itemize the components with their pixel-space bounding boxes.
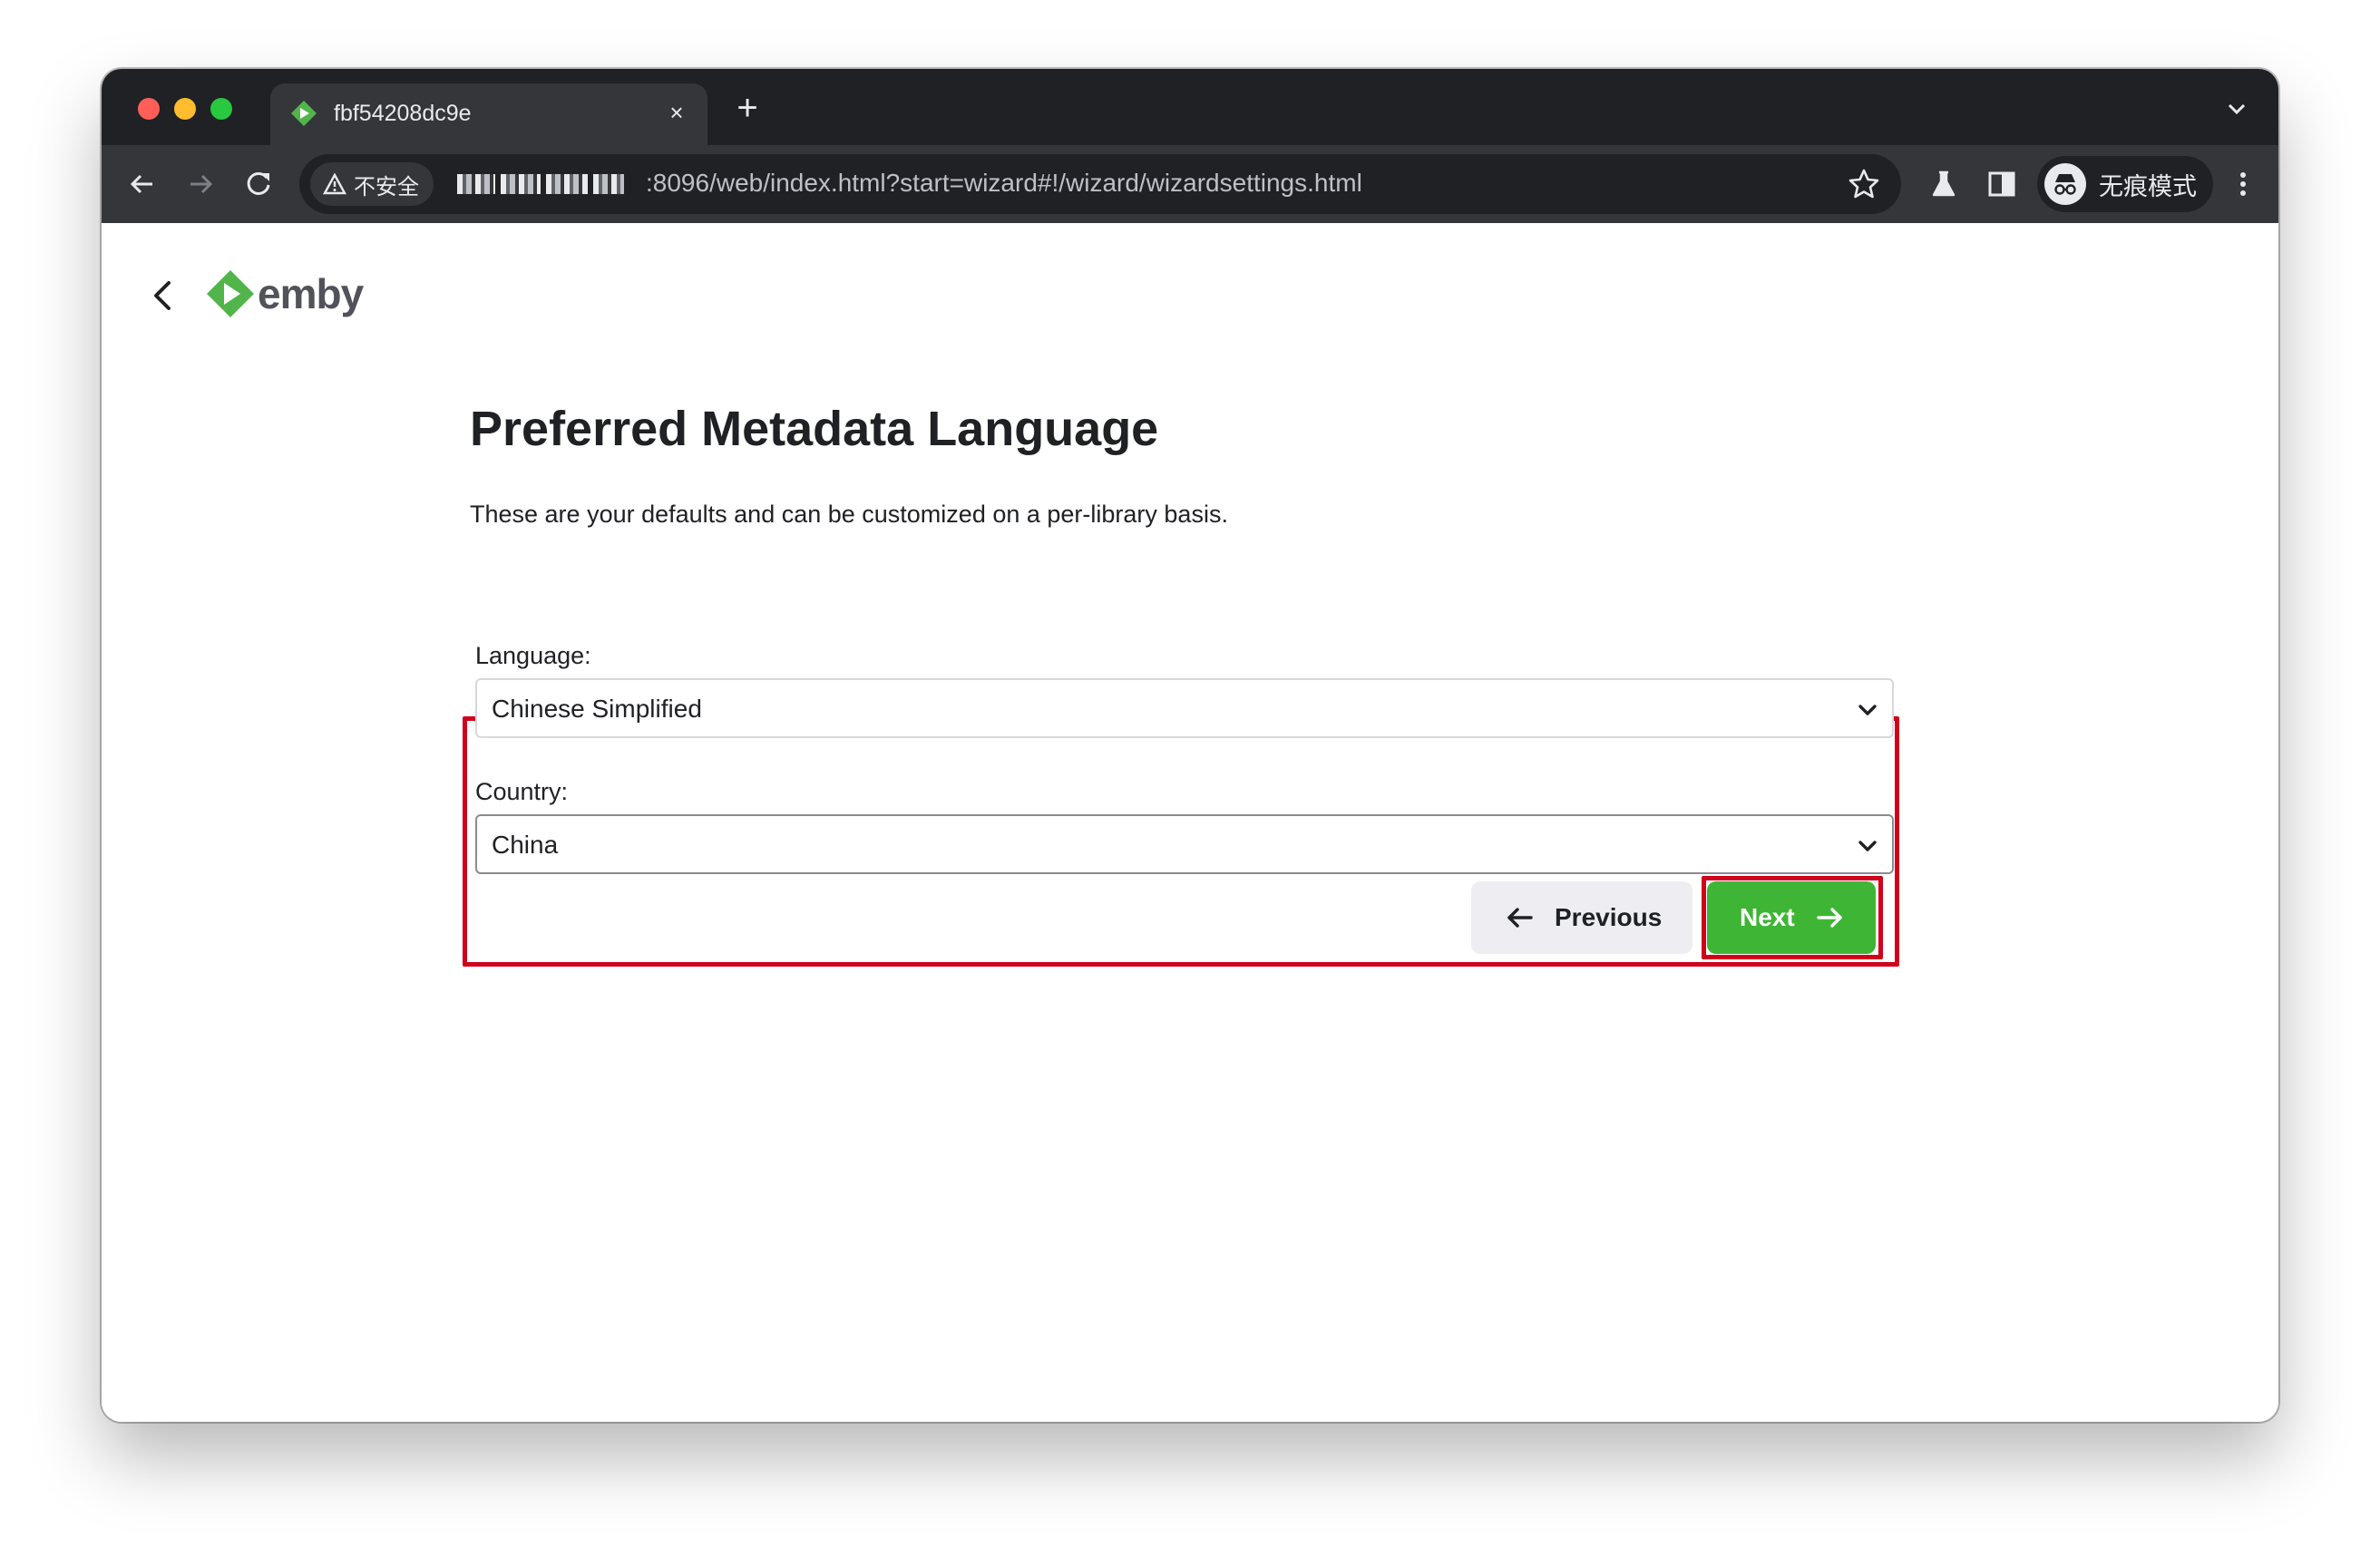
side-panel-icon[interactable]: [1983, 165, 2021, 203]
security-chip[interactable]: 不安全: [310, 162, 434, 206]
bookmark-star-icon[interactable]: [1845, 165, 1883, 203]
address-bar[interactable]: 不安全 :8096/web/index.html?start=wizard#!/…: [299, 154, 1901, 214]
page-subtitle: These are your defaults and can be custo…: [470, 501, 1228, 528]
security-label: 不安全: [354, 174, 419, 199]
minimize-window-button[interactable]: [174, 98, 196, 120]
country-select-value: China: [492, 831, 559, 859]
browser-toolbar: 不安全 :8096/web/index.html?start=wizard#!/…: [102, 145, 2278, 223]
incognito-chip[interactable]: 无痕模式: [2037, 156, 2213, 212]
redacted-host: [457, 169, 624, 199]
arrow-right-icon: [1817, 908, 1842, 928]
country-select[interactable]: China: [475, 814, 1894, 874]
tab-close-icon[interactable]: ×: [662, 98, 691, 127]
browser-window: fbf54208dc9e × + 不安全:8096/web/index.htm…: [102, 69, 2278, 1422]
emby-logo: emby: [205, 268, 364, 319]
page-title: Preferred Metadata Language: [470, 402, 1159, 456]
logo-text: emby: [258, 270, 364, 317]
more-menu-icon[interactable]: [2224, 165, 2262, 203]
browser-tab[interactable]: fbf54208dc9e ×: [270, 83, 707, 145]
page-content: emby Preferred Metadata Language These a…: [102, 223, 2278, 1422]
next-button-label: Next: [1740, 903, 1795, 931]
close-window-button[interactable]: [138, 98, 160, 120]
language-select-value: Chinese Simplified: [492, 695, 702, 723]
forward-icon[interactable]: [181, 165, 219, 203]
language-select[interactable]: Chinese Simplified: [475, 678, 1894, 738]
page-back-icon[interactable]: [141, 274, 185, 317]
country-label: Country:: [475, 778, 569, 805]
chevron-down-icon: [1858, 705, 1877, 715]
arrow-left-icon: [1507, 908, 1533, 928]
previous-button-label: Previous: [1555, 903, 1663, 931]
wizard-content: Preferred Metadata Language These are yo…: [470, 401, 1907, 528]
previous-button[interactable]: Previous: [1471, 881, 1692, 954]
maximize-window-button[interactable]: [210, 98, 232, 120]
incognito-icon: [2044, 163, 2086, 205]
tab-title: fbf54208dc9e: [334, 101, 472, 126]
tab-strip: fbf54208dc9e × +: [102, 69, 2278, 145]
tab-search-chevron-icon[interactable]: [2220, 92, 2253, 125]
chevron-down-icon: [1858, 841, 1877, 851]
next-button[interactable]: Next: [1707, 881, 1876, 954]
emby-favicon-icon: [291, 101, 317, 126]
labs-flask-icon[interactable]: [1925, 165, 1963, 203]
incognito-label: 无痕模式: [2099, 172, 2197, 200]
emby-logo-icon: [207, 270, 254, 317]
back-icon[interactable]: [123, 165, 161, 203]
new-tab-button[interactable]: +: [727, 89, 767, 129]
url-text: :8096/web/index.html?start=wizard#!/wiza…: [646, 169, 1362, 197]
language-label: Language:: [475, 642, 591, 669]
warning-icon: [323, 172, 346, 195]
reload-icon[interactable]: [239, 165, 278, 203]
